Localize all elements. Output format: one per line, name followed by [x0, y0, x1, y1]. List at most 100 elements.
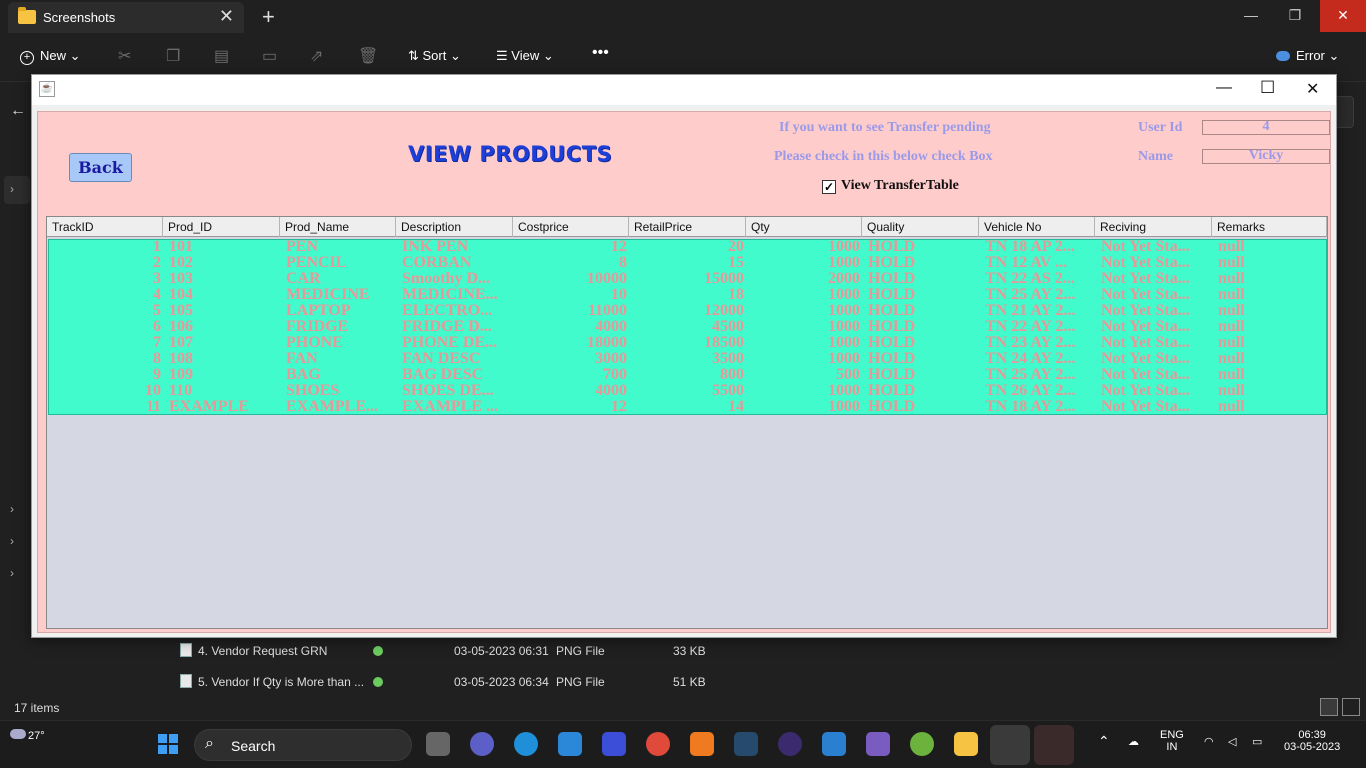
table-row[interactable]: 5 105 LAPTOP ELECTRO... 11000 12000 1000 HOLD TN… [49, 304, 1328, 320]
table-row[interactable]: 2 102 PENCIL CORBAN 8 15 1000 HOLD TN 12 AV ... N… [49, 256, 1328, 272]
file-name: 5. Vendor If Qty is More than ... [198, 675, 365, 689]
column-header[interactable]: RetailPrice [629, 217, 746, 237]
column-header[interactable]: Prod_ID [163, 217, 280, 237]
close-button[interactable]: ✕ [1306, 79, 1319, 99]
delete-icon[interactable]: 🗑 [358, 46, 378, 66]
table-row[interactable]: 6 106 FRIDGE FRIDGE D... 4000 4500 1000 HOLD TN … [49, 320, 1328, 336]
eclipse-icon[interactable] [778, 732, 802, 756]
store-icon[interactable] [558, 732, 582, 756]
details-view-icon[interactable] [1320, 698, 1338, 716]
minimize-button[interactable]: — [1228, 0, 1274, 32]
java-app-icon[interactable] [990, 725, 1030, 765]
app-icon[interactable] [866, 732, 890, 756]
view-transfer-checkbox[interactable]: ✓ View TransferTable [822, 178, 959, 194]
name-field[interactable]: Vicky [1202, 149, 1330, 164]
tab-close-icon[interactable]: ✕ [219, 6, 234, 27]
table-cell: 1000 [828, 288, 860, 303]
tiles-view-icon[interactable] [1342, 698, 1360, 716]
back-button[interactable]: Back [69, 153, 132, 182]
table-cell: Not Yet Sta... [1101, 288, 1190, 303]
table-row[interactable]: 7 107 PHONE PHONE DE... 18000 18500 1000 HOLD TN… [49, 336, 1328, 352]
chat-icon[interactable] [470, 732, 494, 756]
table-row[interactable]: 4 104 MEDICINE MEDICINE... 10 18 1000 HOLD TN 25… [49, 288, 1328, 304]
column-header[interactable]: Description [396, 217, 513, 237]
start-button[interactable] [158, 734, 178, 754]
app-icon[interactable] [1034, 725, 1074, 765]
column-header[interactable]: Reciving [1095, 217, 1212, 237]
column-header[interactable]: Remarks [1212, 217, 1327, 237]
column-header[interactable]: Costprice [513, 217, 629, 237]
view-products-panel: Back VIEW PRODUCTS If you want to see Tr… [37, 111, 1331, 633]
table-cell: Not Yet Sta... [1101, 400, 1190, 415]
copy-icon[interactable]: ❐ [166, 46, 180, 66]
table-cell: HOLD [868, 384, 916, 399]
table-row[interactable]: 8 108 FAN FAN DESC 3000 3500 1000 HOLD TN 24 AY … [49, 352, 1328, 368]
user-id-field[interactable]: 4 [1202, 120, 1330, 135]
column-header[interactable]: Vehicle No [979, 217, 1095, 237]
sidebar-selected-item[interactable] [4, 176, 30, 204]
table-row[interactable]: 1 101 PEN INK PEN 12 20 1000 HOLD TN 18 AP 2... N… [49, 240, 1328, 256]
chevron-right-icon[interactable]: › [10, 534, 14, 548]
view-button[interactable]: ☰ View ⌄ [496, 48, 554, 64]
volume-icon[interactable]: ◁ [1228, 735, 1236, 748]
more-icon[interactable]: ••• [592, 44, 609, 62]
taskbar-search[interactable]: ⌕ Search [194, 729, 412, 761]
app-icon[interactable] [690, 732, 714, 756]
table-cell: HOLD [868, 272, 916, 287]
error-button[interactable]: Error ⌄ [1276, 48, 1339, 64]
file-size: 33 KB [673, 644, 706, 658]
taskbar: 27° ⌕ Search ⌃ ☁ ENG IN ◠ ◁ ▭ 06:39 03-0… [0, 720, 1366, 768]
file-explorer-icon[interactable] [954, 732, 978, 756]
table-cell: 14 [728, 400, 744, 415]
table-cell: 10 [145, 384, 161, 399]
column-header[interactable]: Qty [746, 217, 862, 237]
rename-icon[interactable]: ▭ [262, 46, 277, 66]
battery-icon[interactable]: ▭ [1252, 735, 1262, 748]
app-icon[interactable] [822, 732, 846, 756]
close-button[interactable]: ✕ [1320, 0, 1366, 32]
table-row[interactable]: 3 103 CAR Smoothy D... 10000 15000 2000 HOLD TN … [49, 272, 1328, 288]
table-row[interactable]: 9 109 BAG BAG DESC 700 800 500 HOLD TN 25 AY 2..… [49, 368, 1328, 384]
app-icon[interactable] [602, 732, 626, 756]
wifi-icon[interactable]: ◠ [1204, 735, 1214, 748]
chevron-up-icon[interactable]: ⌃ [1098, 733, 1110, 750]
edge-icon[interactable] [514, 732, 538, 756]
clock[interactable]: 06:39 03-05-2023 [1284, 729, 1340, 753]
new-tab-button[interactable]: + [262, 4, 275, 30]
table-cell: HOLD [868, 352, 916, 367]
language-indicator[interactable]: ENG IN [1160, 729, 1184, 753]
column-header[interactable]: Quality [862, 217, 979, 237]
cloud-error-icon [1276, 51, 1290, 61]
column-header[interactable]: TrackID [47, 217, 163, 237]
spring-icon[interactable] [910, 732, 934, 756]
cloud-icon [10, 729, 26, 739]
sort-button[interactable]: ⇅ Sort ⌄ [408, 48, 461, 64]
chevron-right-icon[interactable]: › [10, 502, 14, 516]
mysql-icon[interactable] [734, 732, 758, 756]
minimize-button[interactable]: — [1216, 79, 1232, 97]
chevron-right-icon[interactable]: › [10, 566, 14, 580]
weather-widget[interactable]: 27° [10, 729, 45, 742]
table-cell: 10 [611, 288, 627, 303]
onedrive-error-icon[interactable]: ☁ [1128, 735, 1139, 748]
table-cell: BAG [286, 368, 321, 383]
file-date: 03-05-2023 06:31 [454, 644, 549, 658]
file-row[interactable]: 5. Vendor If Qty is More than ... 03-05-… [158, 667, 1366, 698]
cut-icon[interactable]: ✂ [118, 46, 131, 66]
task-view-icon[interactable] [426, 732, 450, 756]
restore-button[interactable]: ❐ [1272, 0, 1318, 32]
tab-screenshots[interactable]: Screenshots ✕ [8, 2, 244, 33]
column-header[interactable]: Prod_Name [280, 217, 396, 237]
png-file-icon [180, 674, 192, 688]
table-cell: 106 [169, 320, 193, 335]
table-row[interactable]: 10 110 SHOES SHOES DE... 4000 5500 1000 HOLD TN … [49, 384, 1328, 400]
file-row[interactable]: 4. Vendor Request GRN 03-05-2023 06:31 P… [158, 636, 1366, 667]
chrome-icon[interactable] [646, 732, 670, 756]
paste-icon[interactable]: ▤ [214, 46, 229, 66]
chevron-right-icon[interactable]: › [10, 182, 14, 196]
table-row[interactable]: 11 EXAMPLE EXAMPLE... EXAMPLE ... 12 14 1000 HO… [49, 400, 1328, 416]
share-icon[interactable]: ⇗ [310, 46, 323, 66]
back-arrow-icon[interactable]: ← [10, 102, 26, 120]
new-button[interactable]: + New ⌄ [20, 48, 81, 65]
maximize-button[interactable]: ☐ [1260, 78, 1275, 98]
